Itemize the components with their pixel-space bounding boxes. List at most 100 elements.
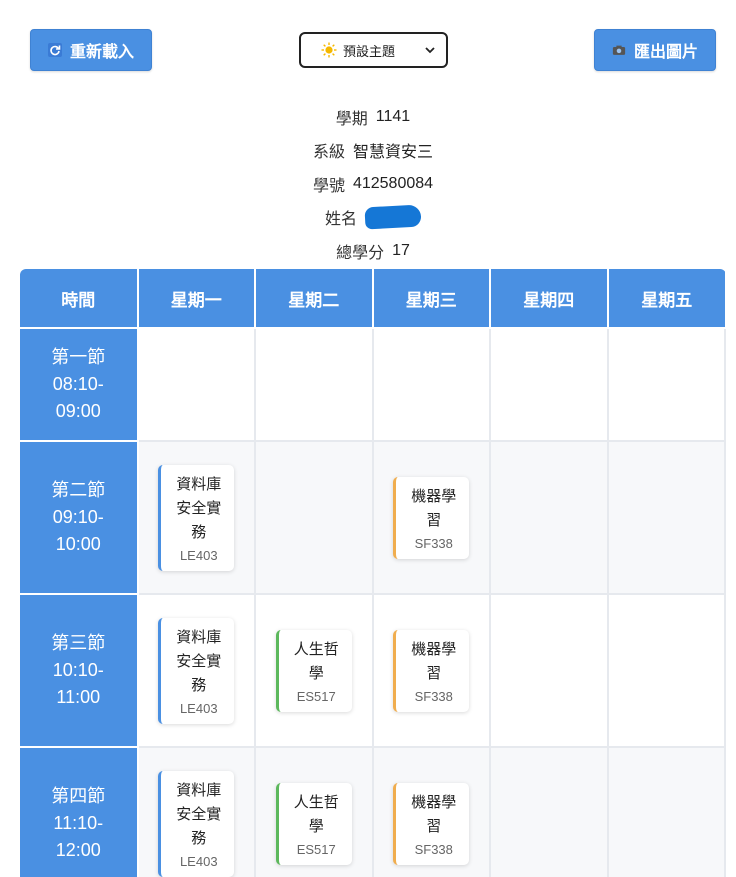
empty-slot (606, 440, 726, 595)
course-room: LE403 (179, 700, 218, 716)
empty-slot (606, 593, 726, 748)
course-name-line: 務 (191, 676, 207, 694)
credits-label: 總學分 (336, 244, 385, 262)
empty-slot (606, 327, 726, 442)
empty-slot (254, 440, 374, 595)
course-name-line: 習 (426, 511, 442, 529)
course-room: SF338 (414, 688, 453, 704)
period-row-1: 第一節 08:10- 09:00 (20, 327, 726, 442)
chevron-down-icon (424, 44, 436, 56)
course-card-ml[interactable]: 機器學 習 SF338 (393, 476, 470, 559)
empty-slot (254, 327, 374, 442)
slot-monday: 資料庫 安全實 務 LE403 (136, 440, 256, 595)
toolbar: 重新載入 預設主題 匯出圖片 (30, 29, 716, 71)
course-room: LE403 (179, 853, 218, 869)
period-start: 11:10- (53, 813, 104, 833)
course-card-db[interactable]: 資料庫 安全實 務 LE403 (158, 770, 235, 877)
header-wednesday: 星期三 (371, 269, 491, 329)
slot-tuesday: 人生哲 學 ES517 (254, 746, 374, 877)
export-label: 匯出圖片 (633, 44, 698, 61)
name-redaction (364, 204, 422, 230)
empty-slot (489, 440, 609, 595)
course-card-ph[interactable]: 人生哲 學 ES517 (275, 629, 352, 712)
empty-slot (136, 327, 256, 442)
empty-slot (489, 593, 609, 748)
theme-select[interactable]: 預設主題 (299, 32, 448, 68)
period-name: 第四節 (51, 786, 106, 806)
course-room: SF338 (414, 841, 453, 857)
header-row: 時間 星期一 星期二 星期三 星期四 星期五 (20, 269, 725, 329)
period-row-2: 第二節 09:10- 10:00 資料庫 安全實 務 LE403 機器學 習 S… (20, 440, 726, 595)
course-card-ml[interactable]: 機器學 習 SF338 (393, 782, 470, 865)
course-name-line: 機器學 (411, 487, 457, 505)
semester-row: 學期 1141 (0, 100, 736, 134)
course-name-line: 人生哲 (293, 793, 339, 811)
course-name-line: 學 (308, 664, 324, 682)
semester-label: 學期 (335, 110, 368, 128)
course-name-line: 資料庫 (176, 475, 222, 493)
course-card-ml[interactable]: 機器學 習 SF338 (393, 629, 470, 712)
course-card-db[interactable]: 資料庫 安全實 務 LE403 (158, 617, 235, 724)
export-image-button[interactable]: 匯出圖片 (594, 29, 716, 71)
course-name-line: 安全實 (176, 805, 222, 823)
credits-value: 17 (392, 241, 410, 259)
course-name-line: 資料庫 (176, 781, 222, 799)
period-end: 09:00 (55, 401, 101, 421)
period-start: 09:10- (52, 507, 104, 527)
theme-select-value: 預設主題 (343, 43, 396, 59)
slot-wednesday: 機器學 習 SF338 (371, 746, 491, 877)
course-name-line: 務 (191, 523, 207, 541)
course-name-line: 機器學 (411, 640, 457, 658)
period-end: 12:00 (55, 840, 101, 860)
course-card-ph[interactable]: 人生哲 學 ES517 (275, 782, 352, 865)
timetable: 時間 星期一 星期二 星期三 星期四 星期五 第一節 08:10- 09:00 (20, 269, 726, 877)
period-name: 第三節 (51, 633, 106, 653)
period-cell: 第二節 09:10- 10:00 (20, 440, 139, 595)
course-name-line: 學 (308, 817, 324, 835)
student-id-row: 學號 412580084 (0, 167, 736, 201)
period-cell: 第四節 11:10- 12:00 (20, 746, 139, 877)
class-value: 智慧資安三 (353, 144, 434, 162)
reload-label: 重新載入 (69, 44, 134, 61)
slot-tuesday: 人生哲 學 ES517 (254, 593, 374, 748)
name-row: 姓名 (0, 201, 736, 235)
empty-slot (371, 327, 491, 442)
header-time: 時間 (20, 269, 139, 329)
reload-button[interactable]: 重新載入 (30, 29, 152, 71)
course-name-line: 資料庫 (176, 628, 222, 646)
student-id-label: 學號 (312, 177, 345, 195)
period-start: 08:10- (52, 374, 104, 394)
class-row: 系級 智慧資安三 (0, 134, 736, 168)
name-label: 姓名 (324, 211, 357, 229)
empty-slot (489, 746, 609, 877)
course-room: ES517 (296, 841, 336, 857)
sun-icon (321, 42, 337, 58)
credits-row: 總學分 17 (0, 234, 736, 268)
period-cell: 第三節 10:10- 11:00 (20, 593, 139, 748)
empty-slot (489, 327, 609, 442)
period-row-3: 第三節 10:10- 11:00 資料庫 安全實 務 LE403 人生哲 學 E… (20, 593, 726, 748)
course-name-line: 安全實 (176, 652, 222, 670)
header-tuesday: 星期二 (254, 269, 374, 329)
camera-icon (612, 43, 626, 57)
refresh-icon (47, 43, 62, 57)
header-monday: 星期一 (136, 269, 256, 329)
period-end: 10:00 (55, 534, 101, 554)
semester-value: 1141 (375, 107, 411, 125)
slot-wednesday: 機器學 習 SF338 (371, 593, 491, 748)
course-name-line: 習 (426, 664, 442, 682)
period-cell: 第一節 08:10- 09:00 (20, 327, 139, 442)
course-name-line: 機器學 (411, 793, 457, 811)
period-name: 第一節 (51, 347, 106, 367)
course-name-line: 人生哲 (293, 640, 339, 658)
period-row-4: 第四節 11:10- 12:00 資料庫 安全實 務 LE403 人生哲 學 E… (20, 746, 726, 877)
course-room: SF338 (414, 535, 453, 551)
period-end: 11:00 (56, 687, 101, 707)
student-id-value: 412580084 (352, 174, 434, 192)
course-room: LE403 (179, 547, 218, 563)
student-info: 學期 1141 系級 智慧資安三 學號 412580084 姓名 總學分 17 (0, 100, 736, 268)
course-room: ES517 (296, 688, 336, 704)
empty-slot (606, 746, 726, 877)
slot-monday: 資料庫 安全實 務 LE403 (136, 746, 256, 877)
course-card-db[interactable]: 資料庫 安全實 務 LE403 (158, 464, 235, 571)
